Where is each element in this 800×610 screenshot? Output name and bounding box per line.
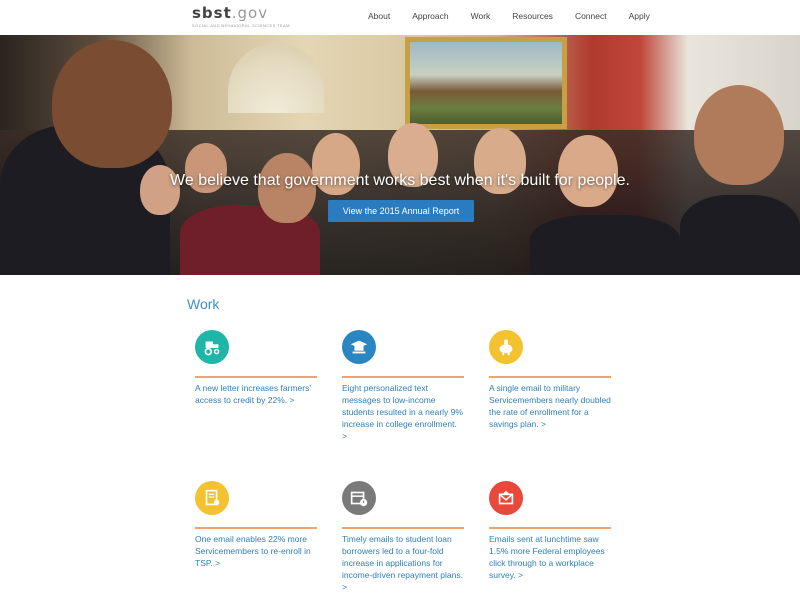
work-card[interactable]: Timely emails to student loan borrowers …: [342, 481, 464, 593]
card-divider: [489, 376, 611, 378]
graduation-icon: [342, 330, 376, 364]
hero-banner: [0, 35, 800, 275]
nav-work[interactable]: Work: [471, 11, 491, 21]
hero-tagline: We believe that government works best wh…: [170, 172, 630, 189]
main-nav: About Approach Work Resources Connect Ap…: [368, 11, 672, 21]
work-card-text[interactable]: A new letter increases farmers' access t…: [195, 382, 317, 406]
hero-face: [558, 135, 618, 207]
piggy-bank-icon: [489, 330, 523, 364]
work-section-title: Work: [187, 296, 220, 312]
hero-painting: [405, 37, 567, 129]
work-card-text[interactable]: Eight personalized text messages to low-…: [342, 382, 464, 442]
hero-face: [52, 40, 172, 168]
logo-subtitle: Social and Behavioral Sciences Team: [192, 23, 290, 28]
hero-figure: [680, 195, 800, 275]
card-divider: [342, 376, 464, 378]
nav-resources[interactable]: Resources: [512, 11, 553, 21]
card-divider: [342, 527, 464, 529]
work-card[interactable]: Emails sent at lunchtime saw 1.5% more F…: [489, 481, 611, 581]
work-card[interactable]: Eight personalized text messages to low-…: [342, 330, 464, 442]
card-divider: [489, 527, 611, 529]
email-icon: [489, 481, 523, 515]
document-icon: [195, 481, 229, 515]
work-card-text[interactable]: Timely emails to student loan borrowers …: [342, 533, 464, 593]
card-divider: [195, 527, 317, 529]
work-card[interactable]: One email enables 22% more Servicemember…: [195, 481, 317, 569]
hero-window-arch: [228, 43, 324, 113]
logo-wordmark: sbst.gov: [192, 4, 269, 22]
calendar-clock-icon: [342, 481, 376, 515]
hero-face: [694, 85, 784, 185]
nav-connect[interactable]: Connect: [575, 11, 607, 21]
card-divider: [195, 376, 317, 378]
annual-report-button[interactable]: View the 2015 Annual Report: [328, 200, 474, 222]
top-bar: sbst.gov Social and Behavioral Sciences …: [0, 0, 800, 35]
work-card[interactable]: A single email to military Servicemember…: [489, 330, 611, 430]
work-card-text[interactable]: A single email to military Servicemember…: [489, 382, 611, 430]
work-card-text[interactable]: Emails sent at lunchtime saw 1.5% more F…: [489, 533, 611, 581]
site-logo[interactable]: sbst.gov Social and Behavioral Sciences …: [192, 4, 290, 28]
work-card[interactable]: A new letter increases farmers' access t…: [195, 330, 317, 406]
tractor-icon: [195, 330, 229, 364]
hero-figure: [530, 215, 680, 275]
nav-approach[interactable]: Approach: [412, 11, 448, 21]
nav-apply[interactable]: Apply: [629, 11, 650, 21]
nav-about[interactable]: About: [368, 11, 390, 21]
work-card-text[interactable]: One email enables 22% more Servicemember…: [195, 533, 317, 569]
